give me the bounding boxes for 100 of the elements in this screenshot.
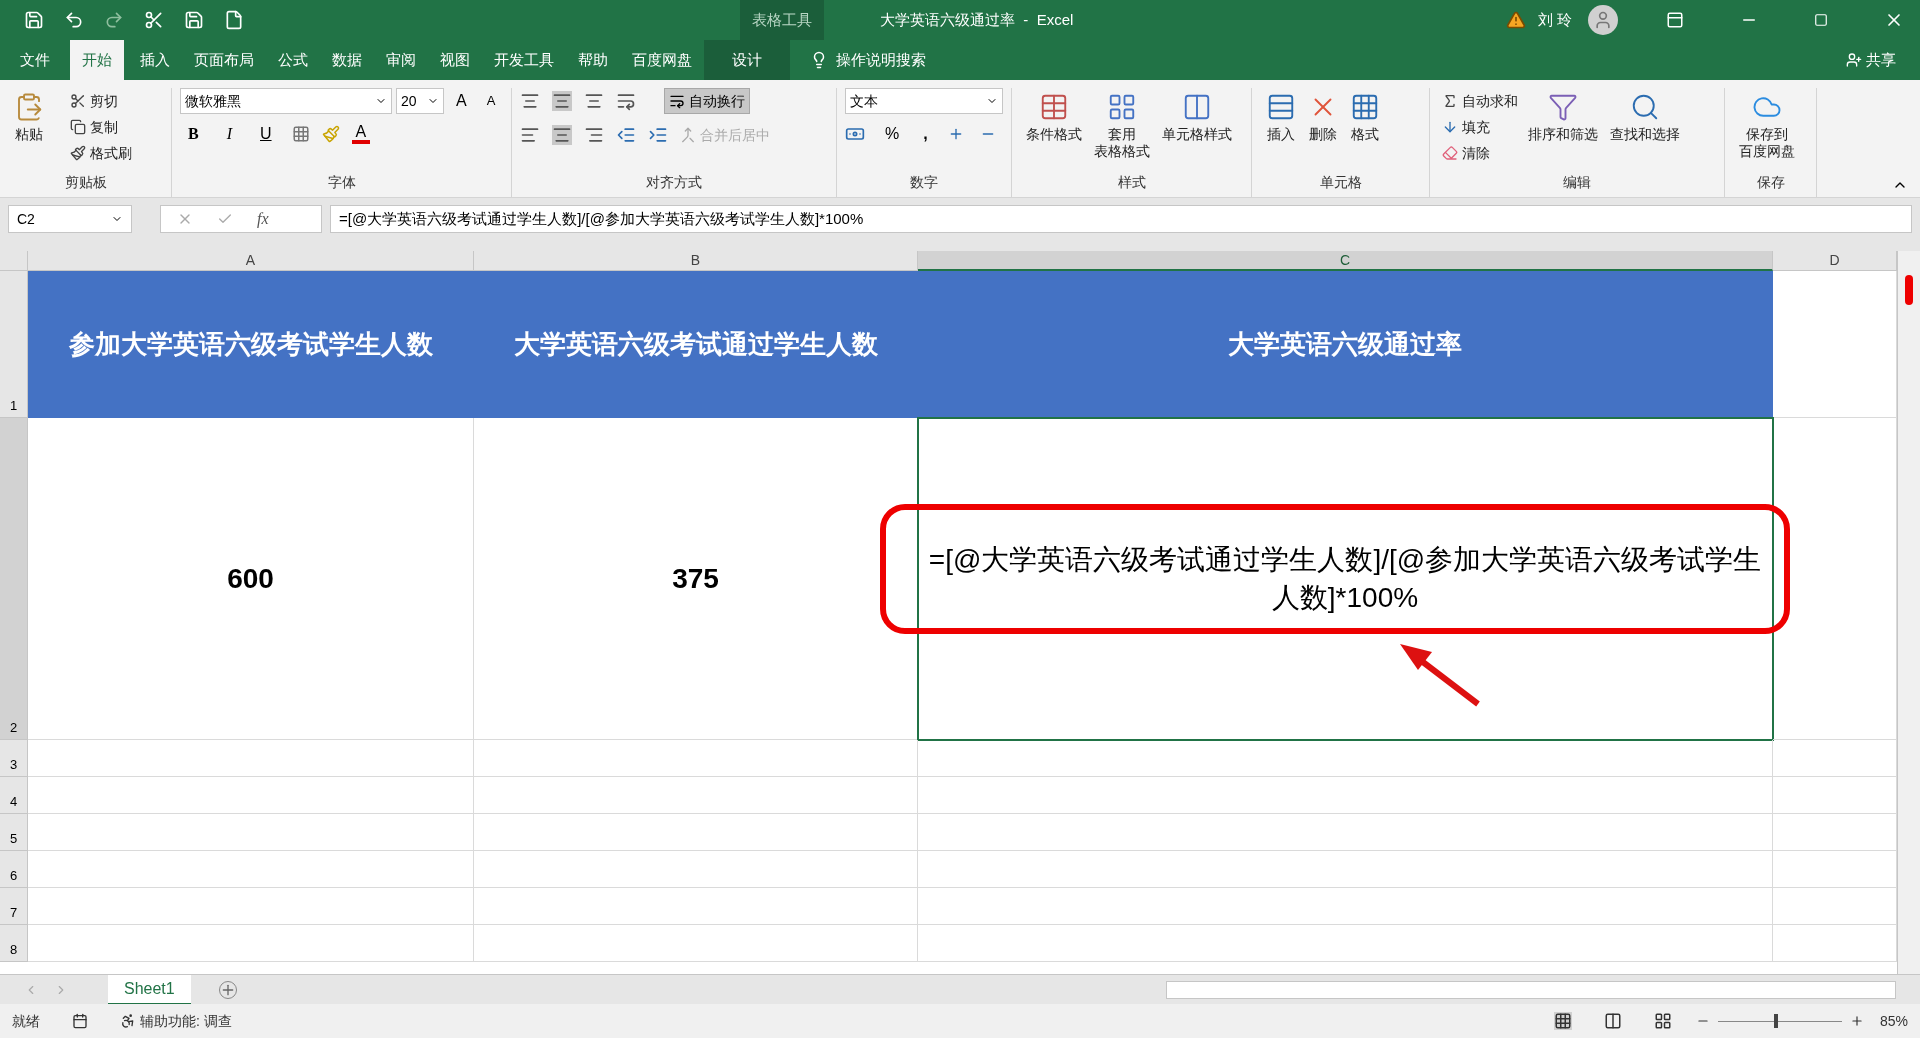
row-number: 8 [0, 925, 28, 962]
ribbon-tab[interactable]: 插入 [128, 40, 182, 80]
accessibility-button[interactable]: 辅助功能: 调查 [120, 1010, 232, 1032]
autosum-button[interactable]: 自动求和 [1438, 88, 1522, 114]
ribbon-tab[interactable]: 审阅 [374, 40, 428, 80]
italic-button[interactable]: I [218, 122, 240, 146]
align-left-icon[interactable] [520, 125, 540, 145]
font-color-button[interactable]: A [351, 124, 371, 144]
cut-icon [70, 93, 86, 109]
tool-icon [1548, 92, 1578, 122]
comma-button[interactable]: , [919, 122, 932, 146]
grow-font-button[interactable]: A [448, 89, 475, 113]
decrease-indent-icon[interactable] [616, 125, 636, 145]
header-cell: 参加大学英语六级考试学生人数 [28, 271, 474, 418]
wrap-icon [669, 93, 685, 109]
share-button[interactable]: 共享 [1846, 40, 1896, 80]
underline-button[interactable]: U [252, 122, 280, 146]
format-painter-icon [70, 145, 86, 161]
zoom-slider[interactable] [1717, 1014, 1842, 1028]
zoom-level[interactable]: 85% [1879, 1010, 1908, 1032]
sort-filter-button[interactable]: 排序和筛选 [1522, 88, 1604, 143]
ribbon-tab[interactable]: 设计 [704, 40, 790, 80]
bottom-align-icon[interactable] [584, 91, 604, 111]
header-cell: 大学英语六级考试通过学生人数 [474, 271, 918, 418]
ribbon-tab[interactable]: 帮助 [566, 40, 620, 80]
conditional-format-button[interactable]: 条件格式 [1020, 88, 1088, 143]
save-as-icon[interactable] [184, 10, 204, 30]
tool-icon [1630, 92, 1660, 122]
redo-icon[interactable] [104, 10, 124, 30]
column-header: C [918, 251, 1773, 271]
ribbon-tab[interactable]: 视图 [428, 40, 482, 80]
sheet-tab[interactable]: Sheet1 [108, 974, 191, 1005]
bold-button[interactable]: B [180, 122, 207, 146]
fill-button[interactable]: 填充 [1438, 114, 1522, 140]
border-icon[interactable] [291, 125, 310, 143]
ribbon-tab[interactable]: 文件 [0, 40, 66, 80]
orientation-icon[interactable] [616, 91, 636, 111]
tool-icon [1039, 92, 1069, 122]
name-box[interactable]: C2 [8, 205, 132, 233]
accessibility-icon [120, 1013, 136, 1029]
ribbon-display-icon[interactable] [1666, 11, 1684, 29]
middle-align-icon[interactable] [552, 91, 572, 111]
format-button[interactable]: 格式 [1344, 88, 1386, 143]
insert-function-button[interactable]: fx [257, 207, 269, 231]
maximize-icon[interactable] [1814, 13, 1828, 27]
cut-button[interactable]: 剪切 [66, 88, 136, 114]
font-name-field[interactable]: 微软雅黑 [180, 88, 392, 114]
undo-icon[interactable] [64, 10, 84, 30]
row-number: 2 [0, 418, 28, 740]
ribbon-tab[interactable]: 开始 [70, 40, 124, 80]
ribbon-tab[interactable]: 公式 [266, 40, 320, 80]
shrink-font-button[interactable]: A [478, 91, 504, 111]
increase-indent-icon[interactable] [648, 125, 668, 145]
tool-icon [1350, 92, 1380, 122]
format-as-table-button[interactable]: 套用 表格格式 [1088, 88, 1156, 160]
normal-view-icon[interactable] [1553, 1012, 1572, 1030]
warning-icon [1505, 10, 1526, 30]
align-right-icon[interactable] [584, 125, 604, 145]
font-size-field[interactable]: 20 [396, 88, 444, 114]
find-select-button[interactable]: 查找和选择 [1604, 88, 1686, 143]
formula-field[interactable]: =[@大学英语六级考试通过学生人数]/[@参加大学英语六级考试学生人数]*100% [330, 205, 1912, 233]
context-label: 表格工具 [740, 0, 824, 40]
column-header: D [1773, 251, 1897, 271]
vertical-scrollbar[interactable] [1897, 251, 1920, 974]
table-cell: 375 [474, 418, 918, 740]
ribbon-tab[interactable]: 百度网盘 [620, 40, 704, 80]
header-cell: 大学英语六级通过率 [918, 271, 1773, 418]
paste-button[interactable]: 粘贴 [8, 88, 50, 143]
ribbon-tab[interactable]: 数据 [320, 40, 374, 80]
user-name: 刘 玲 [1537, 9, 1572, 30]
ribbon-tab[interactable]: 开发工具 [482, 40, 566, 80]
page-layout-icon[interactable] [1603, 1012, 1622, 1030]
ribbon-tab[interactable]: 页面布局 [182, 40, 266, 80]
align-center-icon[interactable] [552, 125, 572, 145]
copy-icon [70, 119, 86, 135]
row-number: 4 [0, 777, 28, 814]
wrap-text-button[interactable]: 自动换行 [664, 88, 750, 114]
zoom-in-icon[interactable] [1849, 1014, 1864, 1028]
tool-icon [1107, 92, 1137, 122]
new-file-icon[interactable] [224, 10, 244, 30]
cut-icon[interactable] [144, 10, 164, 30]
format-painter-button[interactable]: 格式刷 [66, 140, 136, 166]
page-break-icon[interactable] [1653, 1012, 1672, 1030]
delete-button[interactable]: 删除 [1302, 88, 1344, 143]
top-align-icon[interactable] [520, 91, 540, 111]
fill-color-icon[interactable] [321, 125, 340, 143]
percent-button[interactable]: % [881, 122, 904, 146]
clear-button[interactable]: 清除 [1438, 140, 1522, 166]
save-icon[interactable] [24, 10, 44, 30]
row-number: 5 [0, 814, 28, 851]
number-format-field[interactable]: 文本 [845, 88, 1003, 114]
cell-styles-button[interactable]: 单元格样式 [1156, 88, 1238, 143]
avatar [1588, 5, 1618, 35]
copy-button[interactable]: 复制 [66, 114, 136, 140]
horizontal-scrollbar[interactable] [1166, 980, 1896, 999]
insert-button[interactable]: 插入 [1260, 88, 1302, 143]
tell-me-search[interactable]: 操作说明搜索 [810, 40, 926, 80]
tool-icon [1182, 92, 1212, 122]
clear-icon [1442, 145, 1458, 161]
save-to-cloud-button[interactable]: 保存到 百度网盘 [1733, 88, 1801, 160]
